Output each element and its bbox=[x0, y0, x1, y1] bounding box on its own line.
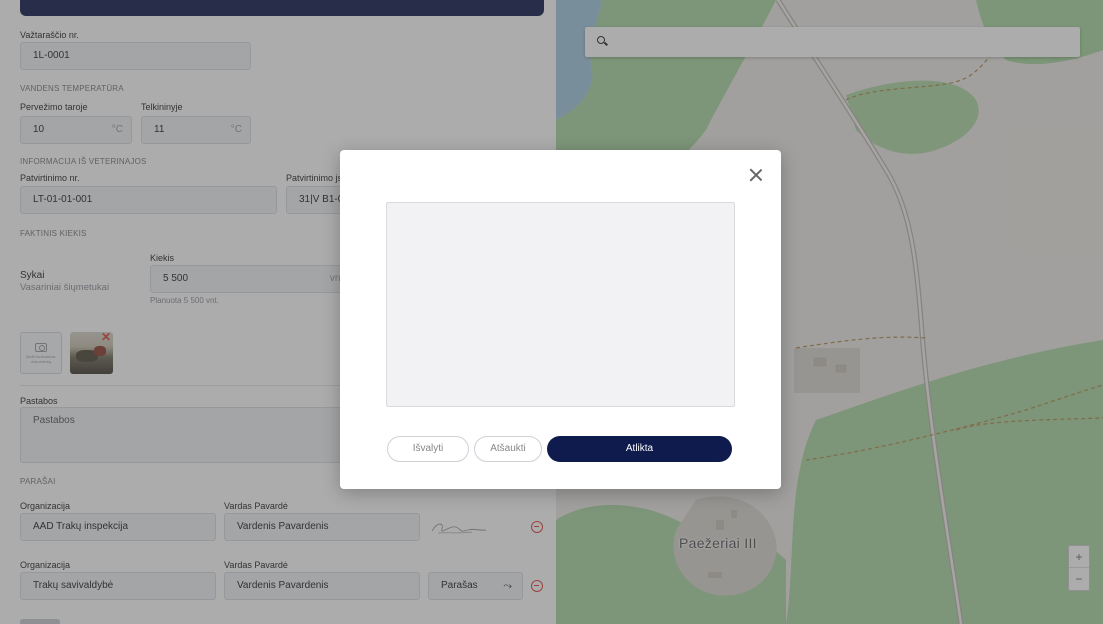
done-button[interactable]: Atlikta bbox=[547, 436, 732, 462]
close-icon[interactable] bbox=[749, 168, 763, 182]
signature-dialog: Išvalyti Atšaukti Atlikta bbox=[340, 150, 781, 489]
signature-canvas[interactable] bbox=[386, 202, 735, 407]
cancel-button[interactable]: Atšaukti bbox=[474, 436, 542, 462]
clear-button[interactable]: Išvalyti bbox=[387, 436, 469, 462]
